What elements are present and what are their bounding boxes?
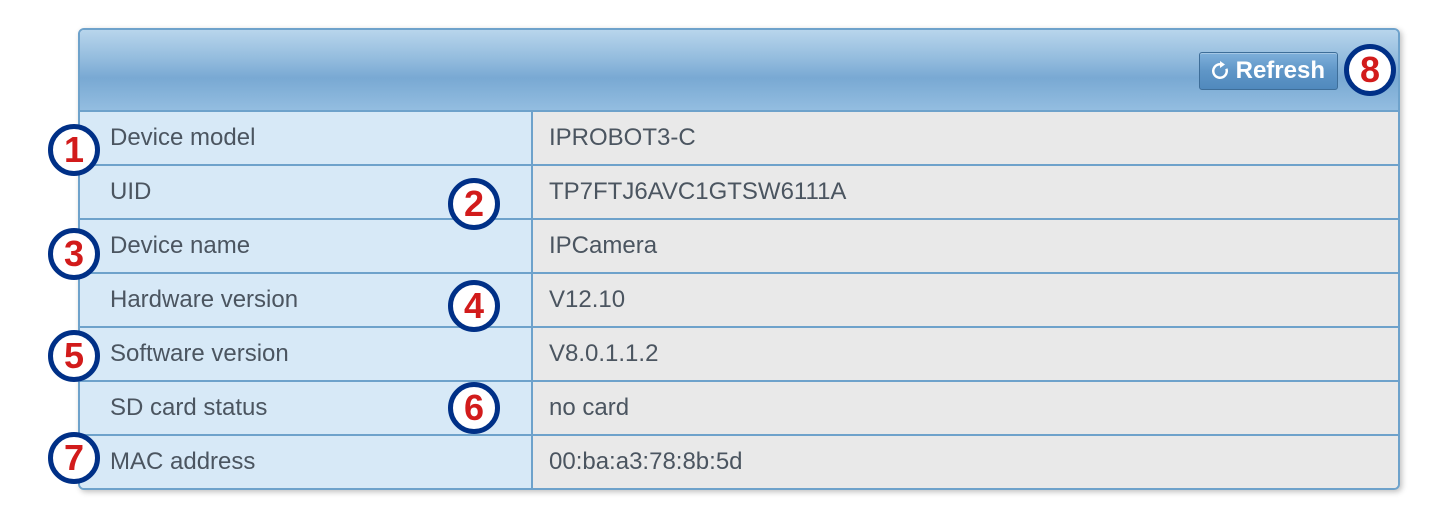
- software-version-value: V8.0.1.1.2: [532, 327, 1398, 381]
- callout-6: 6: [448, 382, 500, 434]
- refresh-icon: [1208, 59, 1232, 83]
- device-info-panel: Refresh Device model IPROBOT3-C UID TP7F…: [78, 28, 1400, 490]
- device-name-value: IPCamera: [532, 219, 1398, 273]
- device-model-value: IPROBOT3-C: [532, 112, 1398, 165]
- table-row: SD card status no card: [80, 381, 1398, 435]
- table-row: MAC address 00:ba:a3:78:8b:5d: [80, 435, 1398, 488]
- table-row: Hardware version V12.10: [80, 273, 1398, 327]
- uid-value: TP7FTJ6AVC1GTSW6111A: [532, 165, 1398, 219]
- callout-4: 4: [448, 280, 500, 332]
- callout-8: 8: [1344, 44, 1396, 96]
- callout-7: 7: [48, 432, 100, 484]
- device-model-label: Device model: [80, 112, 532, 165]
- refresh-label: Refresh: [1236, 57, 1325, 85]
- mac-address-value: 00:ba:a3:78:8b:5d: [532, 435, 1398, 488]
- table-row: Device model IPROBOT3-C: [80, 112, 1398, 165]
- callout-5: 5: [48, 330, 100, 382]
- software-version-label: Software version: [80, 327, 532, 381]
- callout-2: 2: [448, 178, 500, 230]
- mac-address-label: MAC address: [80, 435, 532, 488]
- panel-header: Refresh: [80, 30, 1398, 112]
- device-info-table: Device model IPROBOT3-C UID TP7FTJ6AVC1G…: [80, 112, 1398, 488]
- table-row: UID TP7FTJ6AVC1GTSW6111A: [80, 165, 1398, 219]
- hardware-version-value: V12.10: [532, 273, 1398, 327]
- callout-3: 3: [48, 228, 100, 280]
- table-row: Device name IPCamera: [80, 219, 1398, 273]
- refresh-button[interactable]: Refresh: [1199, 52, 1338, 90]
- callout-1: 1: [48, 124, 100, 176]
- sd-card-status-value: no card: [532, 381, 1398, 435]
- table-row: Software version V8.0.1.1.2: [80, 327, 1398, 381]
